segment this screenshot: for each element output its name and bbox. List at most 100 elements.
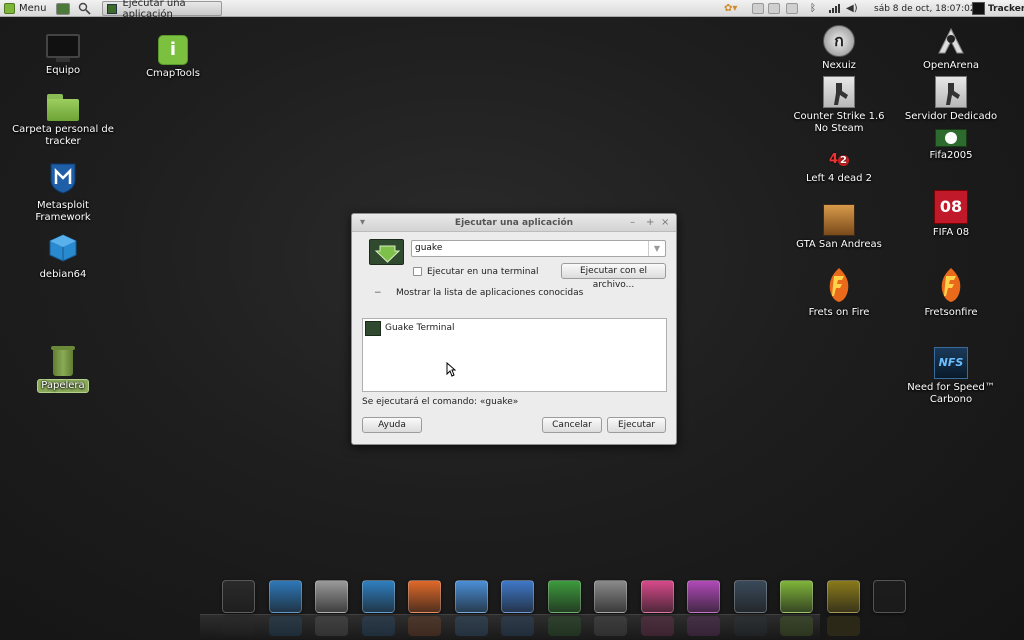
taskbar-label: Ejecutar una aplicación: [122, 0, 186, 20]
desktop-icon-papelera[interactable]: Papelera: [22, 346, 104, 393]
settings-tools-icon[interactable]: [315, 580, 348, 613]
dock-reflection: [269, 616, 302, 636]
run-in-terminal-checkbox[interactable]: [413, 267, 422, 276]
network-tool-icon[interactable]: [269, 580, 302, 613]
weather-icon[interactable]: ✿▾: [724, 0, 737, 17]
user-menu[interactable]: Tracker: [972, 0, 1024, 17]
color-picker-icon[interactable]: [641, 580, 674, 613]
window-menu-icon[interactable]: ▾: [360, 214, 365, 232]
desktop-icon-metasploit[interactable]: Metasploit Framework: [22, 162, 104, 224]
desktop-icon-fifa2005[interactable]: Fifa2005: [906, 129, 996, 162]
desktop-icon-gta-san-andreas[interactable]: GTA San Andreas: [794, 204, 884, 251]
run-application-icon: [369, 239, 404, 265]
tray-app2-icon[interactable]: [768, 0, 780, 17]
run-button[interactable]: Ejecutar: [607, 417, 666, 433]
desktop-icon-openarena[interactable]: OpenArena: [906, 25, 996, 72]
desktop-icon-label: Fretsonfire: [924, 307, 978, 318]
collapse-list-toggle-icon[interactable]: −: [374, 288, 382, 298]
power-icon[interactable]: [873, 580, 906, 613]
command-input[interactable]: guake: [411, 240, 666, 257]
top-panel: Menu Ejecutar una aplicación ✿▾ ᛒ ◀) sáb…: [0, 0, 1024, 20]
pointer-icon[interactable]: [734, 580, 767, 613]
dock-reflection: [222, 616, 255, 636]
desktop-icon-nexuiz[interactable]: ก Nexuiz: [799, 25, 879, 72]
calc-icon[interactable]: [548, 580, 581, 613]
show-known-apps-label[interactable]: Mostrar la lista de aplicaciones conocid…: [396, 288, 583, 298]
desktop-icon-fretsonfire[interactable]: Fretsonfire: [906, 266, 996, 319]
desktop-icon-label-line2: tracker: [45, 136, 81, 147]
desktop-icon-home-folder[interactable]: Carpeta personal de tracker: [10, 94, 116, 148]
desktop-icon-label: debian64: [39, 269, 87, 280]
close-icon[interactable]: ×: [661, 214, 669, 232]
computer-monitor-icon: [46, 34, 80, 62]
desktop-icon-label-line2: Framework: [35, 212, 91, 223]
dock-reflection: [455, 616, 488, 636]
dock-reflection: [780, 616, 813, 636]
dock-reflection: [362, 616, 395, 636]
run-in-terminal-label: Ejecutar en una terminal: [427, 267, 539, 277]
desktop-icon-label: OpenArena: [922, 60, 980, 71]
dock-reflection: [687, 616, 720, 636]
dock-reflection: [408, 616, 441, 636]
frets-fire-icon: [822, 266, 856, 304]
menu-label: Menu: [19, 3, 47, 14]
desktop-icon-left4dead2[interactable]: 42 Left 4 dead 2: [799, 151, 879, 185]
dialog-titlebar[interactable]: Ejecutar una aplicación: [352, 214, 676, 232]
emoticon-chat-icon[interactable]: [687, 580, 720, 613]
mint-menu-icon: [4, 3, 15, 14]
command-status-text: Se ejecutará el comando: «guake»: [362, 397, 519, 407]
calculator-icon[interactable]: [594, 580, 627, 613]
desktop-icon-fifa08[interactable]: 08 FIFA 08: [906, 190, 996, 239]
tray-app3-icon[interactable]: [786, 0, 798, 17]
dock-reflection: [641, 616, 674, 636]
game-icon[interactable]: [827, 580, 860, 613]
desktop-icon-label: Metasploit: [37, 200, 89, 211]
frets-fire-icon: [934, 266, 968, 304]
help-button[interactable]: Ayuda: [362, 417, 422, 433]
clock[interactable]: sáb 8 de oct, 18:07:02: [874, 0, 976, 17]
dock-reflection: [501, 616, 534, 636]
maximize-icon[interactable]: +: [646, 214, 654, 232]
desktop-icon-frets-on-fire[interactable]: Frets on Fire: [799, 266, 879, 319]
minimize-icon[interactable]: –: [630, 214, 635, 232]
desktop-icon-counter-strike[interactable]: Counter Strike 1.6 No Steam: [794, 76, 884, 135]
desktop-icon-label: CmapTools: [146, 68, 200, 79]
bluetooth-icon[interactable]: ᛒ: [810, 0, 816, 17]
menu-button[interactable]: Menu: [4, 0, 46, 17]
mint-logo-icon[interactable]: [780, 580, 813, 613]
dialog-title: Ejecutar una aplicación: [454, 218, 574, 228]
show-desktop-icon[interactable]: [56, 0, 70, 17]
wifi-signal-icon[interactable]: [828, 0, 840, 17]
chromium-icon[interactable]: [455, 580, 488, 613]
desktop-icon-nfs-carbono[interactable]: NFS Need for Speed™ Carbono: [901, 347, 1001, 406]
run-with-file-button[interactable]: Ejecutar con el archivo...: [561, 263, 666, 290]
writer-icon[interactable]: [501, 580, 534, 613]
fifa2005-icon: [935, 129, 967, 147]
nexuiz-logo-icon: ก: [823, 25, 855, 57]
taskbar-run-dialog[interactable]: Ejecutar una aplicación: [102, 0, 222, 20]
desktop-icon-equipo[interactable]: Equipo: [22, 34, 104, 77]
desktop-icon-label-line2: No Steam: [814, 123, 864, 134]
desktop-icon-label: Need for Speed™: [907, 382, 995, 393]
volume-icon[interactable]: ◀): [846, 0, 858, 17]
desktop-icon-cmaptools[interactable]: i CmapTools: [132, 35, 214, 80]
desktop-icon-debian64[interactable]: debian64: [22, 233, 104, 281]
desktop-icon-servidor-dedicado[interactable]: Servidor Dedicado: [903, 76, 999, 123]
search-icon[interactable]: [78, 0, 92, 17]
tray-app-icon[interactable]: [752, 0, 764, 17]
command-history-dropdown[interactable]: ▼: [648, 241, 665, 256]
system-monitor-icon[interactable]: [362, 580, 395, 613]
cmaptools-info-icon: i: [158, 35, 188, 65]
firefox-icon[interactable]: [408, 580, 441, 613]
cancel-button[interactable]: Cancelar: [542, 417, 602, 433]
metasploit-shield-icon: [49, 162, 77, 197]
user-avatar-icon: [972, 2, 985, 15]
dock-reflection: [315, 616, 348, 636]
home-folder-icon: [47, 94, 79, 121]
known-apps-list[interactable]: Guake Terminal: [362, 318, 667, 392]
mouse-cursor-icon: [446, 362, 456, 377]
virtualbox-cube-icon: [48, 233, 78, 266]
list-item[interactable]: Guake Terminal: [385, 323, 455, 333]
dock-reflection: [734, 616, 767, 636]
terminal-icon[interactable]: [222, 580, 255, 613]
